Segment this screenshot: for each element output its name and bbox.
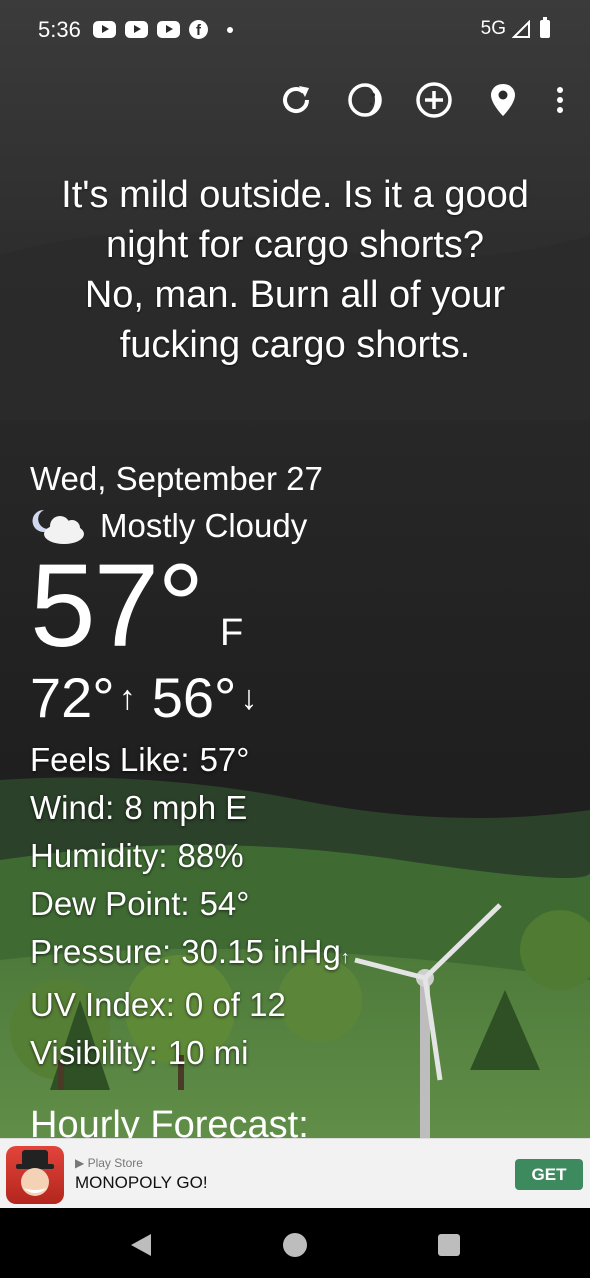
detail-value: 30.15 inHg — [181, 933, 341, 970]
more-vert-icon — [557, 87, 563, 113]
detail-label: Feels Like: — [30, 741, 190, 778]
location-button[interactable] — [481, 78, 525, 122]
recents-button[interactable] — [434, 1230, 464, 1260]
back-icon — [131, 1234, 151, 1256]
youtube-icon — [125, 21, 148, 38]
ad-title: MONOPOLY GO! — [75, 1173, 208, 1192]
add-location-icon — [416, 82, 452, 118]
detail-value: 10 mi — [167, 1034, 249, 1071]
network-type: 5G — [480, 18, 506, 39]
status-bar: 5:36 f 5G — [0, 0, 590, 58]
low-arrow-icon: ↓ — [240, 679, 258, 717]
moon-phase-icon — [348, 83, 382, 117]
monopoly-app-icon — [6, 1146, 64, 1204]
detail-wind: Wind: 8 mph E — [30, 784, 350, 832]
detail-value: 0 of 12 — [184, 986, 286, 1023]
headline-line: It's mild outside. Is it a good — [61, 174, 529, 216]
ad-store-label: ▶ Play Store — [75, 1156, 143, 1170]
home-icon — [283, 1233, 307, 1257]
detail-value: 88% — [177, 837, 244, 874]
temperature-unit: F — [220, 612, 244, 654]
notification-icons: f — [93, 20, 233, 39]
detail-label: Wind: — [30, 789, 115, 826]
high-arrow-icon: ↑ — [118, 679, 136, 717]
detail-value: 57° — [199, 741, 250, 778]
more-notifications-dot-icon — [227, 26, 233, 33]
detail-pressure: Pressure: 30.15 inHg↑ — [30, 928, 350, 981]
add-location-button[interactable] — [412, 78, 456, 122]
recents-icon — [438, 1234, 460, 1256]
status-time: 5:36 — [38, 17, 81, 42]
youtube-icon — [93, 21, 116, 38]
headline-line: fucking cargo shorts. — [119, 324, 471, 366]
facebook-icon: f — [189, 20, 208, 39]
weather-details: Feels Like: 57° Wind: 8 mph E Humidity: 88%… — [30, 736, 350, 1077]
detail-label: UV Index: — [30, 986, 175, 1023]
current-weather: Wed, September 27 Mostly Cloudy 57° F 72… — [30, 458, 350, 1077]
headline-line: No, man. Burn all of your — [84, 274, 506, 316]
detail-dew-point: Dew Point: 54° — [30, 880, 350, 928]
detail-uv-index: UV Index: 0 of 12 — [30, 981, 350, 1029]
youtube-icon — [157, 21, 180, 38]
system-nav-bar — [0, 1208, 590, 1278]
refresh-icon — [283, 86, 310, 114]
moon-phase-button[interactable] — [343, 78, 387, 122]
detail-label: Visibility: — [30, 1034, 158, 1071]
date: Wed, September 27 — [30, 460, 323, 497]
current-temperature: 57° — [30, 540, 204, 672]
detail-value: 8 mph E — [124, 789, 248, 826]
low-temperature: 56° — [151, 666, 237, 729]
back-button[interactable] — [126, 1230, 156, 1260]
headline-line: night for cargo shorts? — [105, 224, 485, 266]
refresh-button[interactable] — [274, 78, 318, 122]
high-temperature: 72° — [30, 666, 115, 729]
get-button[interactable]: GET — [515, 1159, 583, 1190]
detail-label: Pressure: — [30, 933, 172, 970]
pressure-trend-icon: ↑ — [340, 947, 350, 967]
detail-value: 54° — [199, 885, 250, 922]
top-toolbar — [249, 78, 570, 122]
battery-icon — [540, 17, 550, 38]
detail-feels-like: Feels Like: 57° — [30, 736, 350, 784]
detail-label: Dew Point: — [30, 885, 190, 922]
ad-store: Play Store — [87, 1156, 143, 1170]
location-pin-icon — [491, 84, 515, 116]
snarky-headline: It's mild outside. Is it a good night fo… — [20, 170, 570, 370]
detail-humidity: Humidity: 88% — [30, 832, 350, 880]
system-status: 5G — [480, 17, 550, 40]
home-button[interactable] — [280, 1230, 310, 1260]
detail-visibility: Visibility: 10 mi — [30, 1029, 350, 1077]
ad-banner[interactable]: ▶ Play Store MONOPOLY GO! GET — [0, 1138, 590, 1209]
signal-icon — [512, 20, 530, 38]
temperature-row: 57° F — [30, 547, 350, 665]
more-options-button[interactable] — [550, 78, 570, 122]
detail-label: Humidity: — [30, 837, 168, 874]
high-low-row: 72° ↑ 56° ↓ — [30, 666, 350, 730]
